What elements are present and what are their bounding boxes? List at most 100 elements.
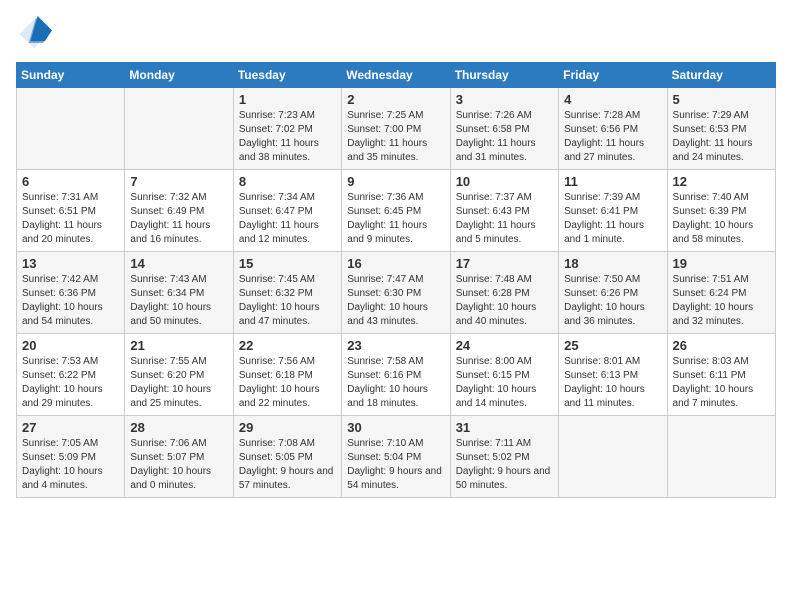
day-cell: 16 Sunrise: 7:47 AM Sunset: 6:30 PM Dayli… [342, 252, 450, 334]
day-cell [667, 416, 775, 498]
day-number: 15 [239, 256, 336, 271]
week-row-4: 20Sunrise: 7:53 AM Sunset: 6:22 PM Dayli… [17, 334, 776, 416]
day-cell: 6 Sunrise: 7:31 AM Sunset: 6:51 PM Daylig… [17, 170, 125, 252]
day-number: 3 [456, 92, 553, 107]
day-info: Sunrise: 7:28 AM Sunset: 6:56 PM Dayligh… [564, 109, 661, 165]
day-info: Sunrise: 7:10 AM Sunset: 5:04 PM Dayligh… [347, 437, 444, 493]
day-cell: 19 Sunrise: 7:51 AM Sunset: 6:24 PM Dayli… [667, 252, 775, 334]
header-saturday: Saturday [667, 63, 775, 88]
day-cell [17, 88, 125, 170]
day-cell: 28 Sunrise: 7:06 AM Sunset: 5:07 PM Dayli… [125, 416, 233, 498]
day-cell: 4 Sunrise: 7:28 AM Sunset: 6:56 PM Daylig… [559, 88, 667, 170]
day-info: Sunrise: 7:42 AM Sunset: 6:36 PM Dayligh… [22, 273, 119, 329]
day-info: Sunrise: 8:00 AM Sunset: 6:15 PM Dayligh… [456, 355, 553, 411]
day-cell: 5 Sunrise: 7:29 AM Sunset: 6:53 PM Daylig… [667, 88, 775, 170]
header-sunday: Sunday [17, 63, 125, 88]
day-cell [125, 88, 233, 170]
day-number: 22 [239, 338, 336, 353]
day-number: 2 [347, 92, 444, 107]
day-info: Sunrise: 8:01 AM Sunset: 6:13 PM Dayligh… [564, 355, 661, 411]
day-cell: 31Sunrise: 7:11 AM Sunset: 5:02 PM Dayli… [450, 416, 558, 498]
header-row: Sunday Monday Tuesday Wednesday Thursday… [17, 63, 776, 88]
day-number: 5 [673, 92, 770, 107]
calendar-table: Sunday Monday Tuesday Wednesday Thursday… [16, 62, 776, 498]
header-wednesday: Wednesday [342, 63, 450, 88]
day-cell: 10 Sunrise: 7:37 AM Sunset: 6:43 PM Dayli… [450, 170, 558, 252]
day-info: Sunrise: 7:50 AM Sunset: 6:26 PM Dayligh… [564, 273, 661, 329]
day-number: 18 [564, 256, 661, 271]
day-number: 27 [22, 420, 119, 435]
day-number: 14 [130, 256, 227, 271]
day-number: 8 [239, 174, 336, 189]
day-info: Sunrise: 7:43 AM Sunset: 6:34 PM Dayligh… [130, 273, 227, 329]
day-info: Sunrise: 7:08 AM Sunset: 5:05 PM Dayligh… [239, 437, 336, 493]
day-number: 6 [22, 174, 119, 189]
day-cell: 8 Sunrise: 7:34 AM Sunset: 6:47 PM Daylig… [233, 170, 341, 252]
header-tuesday: Tuesday [233, 63, 341, 88]
logo [16, 16, 56, 52]
calendar-body: 1 Sunrise: 7:23 AM Sunset: 7:02 PM Daylig… [17, 88, 776, 498]
day-info: Sunrise: 7:06 AM Sunset: 5:07 PM Dayligh… [130, 437, 227, 493]
day-cell: 18 Sunrise: 7:50 AM Sunset: 6:26 PM Dayli… [559, 252, 667, 334]
day-cell: 9Sunrise: 7:36 AM Sunset: 6:45 PM Daylig… [342, 170, 450, 252]
day-cell: 26Sunrise: 8:03 AM Sunset: 6:11 PM Dayli… [667, 334, 775, 416]
day-number: 11 [564, 174, 661, 189]
day-cell: 24Sunrise: 8:00 AM Sunset: 6:15 PM Dayli… [450, 334, 558, 416]
day-number: 16 [347, 256, 444, 271]
day-info: Sunrise: 7:47 AM Sunset: 6:30 PM Dayligh… [347, 273, 444, 329]
day-cell: 12 Sunrise: 7:40 AM Sunset: 6:39 PM Dayli… [667, 170, 775, 252]
day-number: 20 [22, 338, 119, 353]
day-number: 31 [456, 420, 553, 435]
day-cell: 1 Sunrise: 7:23 AM Sunset: 7:02 PM Daylig… [233, 88, 341, 170]
day-info: Sunrise: 7:48 AM Sunset: 6:28 PM Dayligh… [456, 273, 553, 329]
day-info: Sunrise: 7:40 AM Sunset: 6:39 PM Dayligh… [673, 191, 770, 247]
day-info: Sunrise: 7:56 AM Sunset: 6:18 PM Dayligh… [239, 355, 336, 411]
day-info: Sunrise: 7:32 AM Sunset: 6:49 PM Dayligh… [130, 191, 227, 247]
day-cell: 23 Sunrise: 7:58 AM Sunset: 6:16 PM Dayli… [342, 334, 450, 416]
day-cell: 22 Sunrise: 7:56 AM Sunset: 6:18 PM Dayli… [233, 334, 341, 416]
day-info: Sunrise: 7:31 AM Sunset: 6:51 PM Dayligh… [22, 191, 119, 247]
day-number: 1 [239, 92, 336, 107]
day-info: Sunrise: 7:23 AM Sunset: 7:02 PM Dayligh… [239, 109, 336, 165]
page-header [16, 16, 776, 52]
day-info: Sunrise: 7:37 AM Sunset: 6:43 PM Dayligh… [456, 191, 553, 247]
header-friday: Friday [559, 63, 667, 88]
day-cell: 11 Sunrise: 7:39 AM Sunset: 6:41 PM Dayli… [559, 170, 667, 252]
day-info: Sunrise: 7:58 AM Sunset: 6:16 PM Dayligh… [347, 355, 444, 411]
day-info: Sunrise: 7:39 AM Sunset: 6:41 PM Dayligh… [564, 191, 661, 247]
day-cell: 3Sunrise: 7:26 AM Sunset: 6:58 PM Daylig… [450, 88, 558, 170]
day-info: Sunrise: 7:29 AM Sunset: 6:53 PM Dayligh… [673, 109, 770, 165]
day-number: 30 [347, 420, 444, 435]
day-number: 19 [673, 256, 770, 271]
day-cell: 27 Sunrise: 7:05 AM Sunset: 5:09 PM Dayli… [17, 416, 125, 498]
day-number: 28 [130, 420, 227, 435]
day-info: Sunrise: 7:34 AM Sunset: 6:47 PM Dayligh… [239, 191, 336, 247]
header-monday: Monday [125, 63, 233, 88]
day-cell: 29 Sunrise: 7:08 AM Sunset: 5:05 PM Dayli… [233, 416, 341, 498]
day-cell: 7Sunrise: 7:32 AM Sunset: 6:49 PM Daylig… [125, 170, 233, 252]
day-number: 13 [22, 256, 119, 271]
day-info: Sunrise: 7:45 AM Sunset: 6:32 PM Dayligh… [239, 273, 336, 329]
day-number: 21 [130, 338, 227, 353]
week-row-2: 6 Sunrise: 7:31 AM Sunset: 6:51 PM Daylig… [17, 170, 776, 252]
day-cell: 21 Sunrise: 7:55 AM Sunset: 6:20 PM Dayli… [125, 334, 233, 416]
day-number: 25 [564, 338, 661, 353]
day-cell: 13 Sunrise: 7:42 AM Sunset: 6:36 PM Dayli… [17, 252, 125, 334]
day-number: 29 [239, 420, 336, 435]
day-info: Sunrise: 7:55 AM Sunset: 6:20 PM Dayligh… [130, 355, 227, 411]
day-number: 10 [456, 174, 553, 189]
day-info: Sunrise: 7:25 AM Sunset: 7:00 PM Dayligh… [347, 109, 444, 165]
day-number: 4 [564, 92, 661, 107]
day-info: Sunrise: 7:51 AM Sunset: 6:24 PM Dayligh… [673, 273, 770, 329]
day-cell [559, 416, 667, 498]
day-number: 23 [347, 338, 444, 353]
logo-icon [16, 16, 52, 52]
week-row-3: 13 Sunrise: 7:42 AM Sunset: 6:36 PM Dayli… [17, 252, 776, 334]
day-number: 26 [673, 338, 770, 353]
day-number: 9 [347, 174, 444, 189]
day-number: 12 [673, 174, 770, 189]
day-info: Sunrise: 7:05 AM Sunset: 5:09 PM Dayligh… [22, 437, 119, 493]
day-cell: 20Sunrise: 7:53 AM Sunset: 6:22 PM Dayli… [17, 334, 125, 416]
day-cell: 30 Sunrise: 7:10 AM Sunset: 5:04 PM Dayli… [342, 416, 450, 498]
week-row-1: 1 Sunrise: 7:23 AM Sunset: 7:02 PM Daylig… [17, 88, 776, 170]
